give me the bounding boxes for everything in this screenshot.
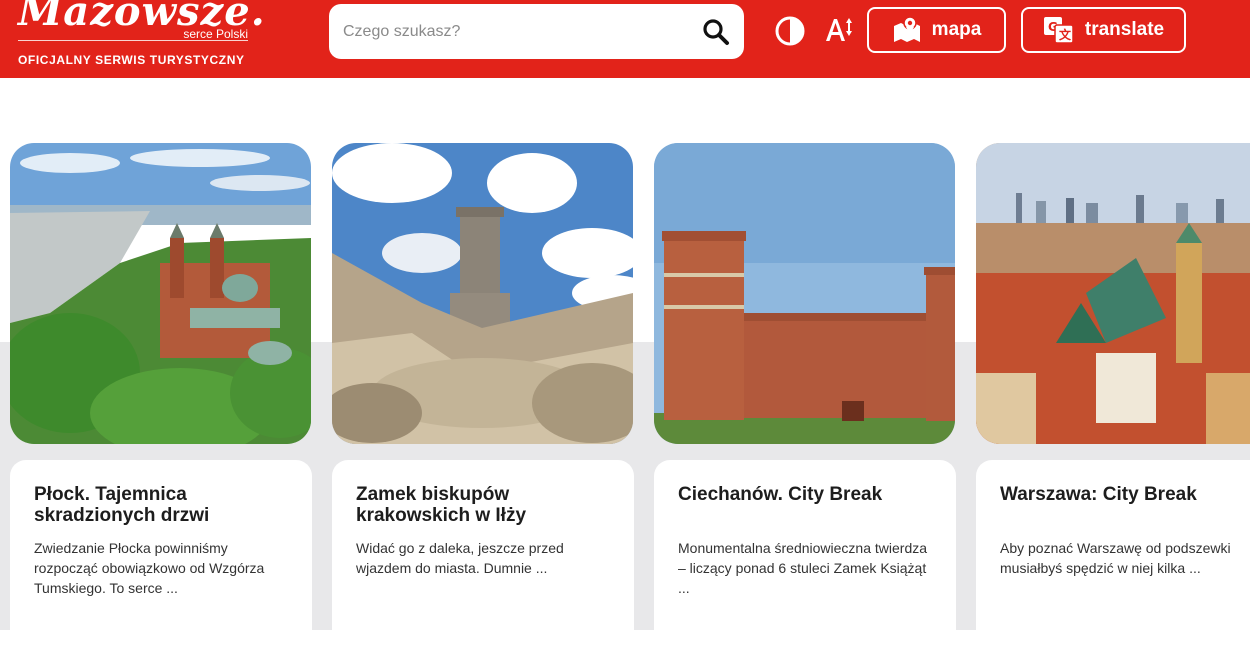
card-title[interactable]: Warszawa: City Break (1000, 484, 1250, 534)
logo-subtitle: serce Polski (183, 27, 248, 41)
card-excerpt: Aby poznać Warszawę od podszewki musiałb… (1000, 540, 1231, 576)
card-warszawa[interactable]: Warszawa: City Break Aby poznać Warszawę… (976, 460, 1250, 650)
card-image-plock[interactable] (10, 143, 311, 444)
card-image-ciechanow[interactable] (654, 143, 955, 444)
map-icon (893, 16, 920, 42)
search-input[interactable] (343, 18, 683, 46)
logo-divider (18, 40, 248, 41)
svg-text:文: 文 (1059, 27, 1072, 42)
card-title[interactable]: Ciechanów. City Break (678, 484, 932, 534)
translate-button-label: translate (1084, 19, 1165, 40)
font-size-icon[interactable] (824, 14, 854, 46)
search-icon[interactable] (702, 18, 730, 46)
logo-tagline: OFICJALNY SERWIS TURYSTYCZNY (18, 53, 245, 67)
card-title[interactable]: Płock. Tajemnica skradzionych drzwi (34, 484, 288, 534)
site-header: Mazowsze. serce Polski OFICJALNY SERWIS … (0, 0, 1250, 78)
map-button-label: mapa (931, 19, 982, 40)
card-excerpt: Monumentalna średniowieczna twierdza – l… (678, 540, 928, 596)
site-logo[interactable]: Mazowsze. serce Polski OFICJALNY SERWIS … (18, 0, 265, 72)
search-box (329, 4, 744, 59)
card-image-warszawa[interactable] (976, 143, 1250, 444)
translate-icon: G 文 (1043, 17, 1074, 44)
translate-button[interactable]: G 文 translate (1021, 7, 1186, 53)
contrast-icon[interactable] (774, 15, 806, 47)
card-image-ilza[interactable] (332, 143, 633, 444)
card-excerpt: Zwiedzanie Płocka powinniśmy rozpocząć o… (34, 540, 265, 596)
map-button[interactable]: mapa (867, 7, 1006, 53)
card-ilza[interactable]: Zamek biskupów krakowskich w Iłży Widać … (332, 460, 634, 650)
card-plock[interactable]: Płock. Tajemnica skradzionych drzwi Zwie… (10, 460, 312, 650)
card-excerpt: Widać go z daleka, jeszcze przed wjazdem… (356, 540, 564, 576)
card-ciechanow[interactable]: Ciechanów. City Break Monumentalna średn… (654, 460, 956, 650)
card-title[interactable]: Zamek biskupów krakowskich w Iłży (356, 484, 610, 534)
